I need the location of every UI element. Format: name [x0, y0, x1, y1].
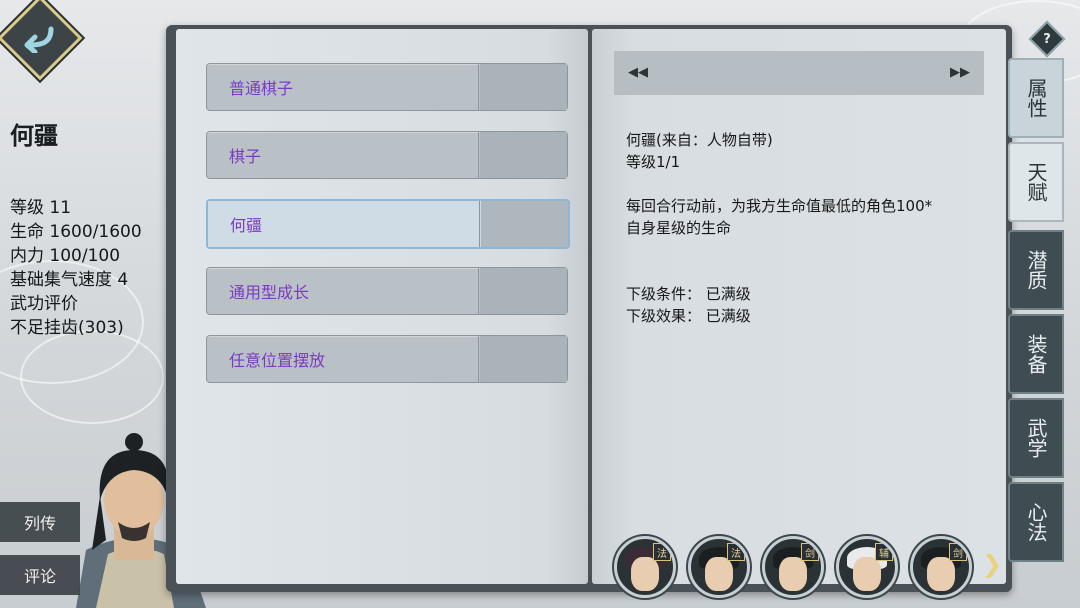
tab-mental-skills[interactable]: 心法 — [1008, 482, 1064, 562]
detail-next-condition: 下级条件： 已满级 — [626, 285, 751, 303]
tab-equipment[interactable]: 装备 — [1008, 314, 1064, 394]
avatar-face — [631, 557, 659, 591]
chevron-right-icon[interactable]: ❯ — [982, 550, 1002, 578]
talent-label: 何疆 — [208, 201, 480, 247]
stat-level: 等级 11 — [10, 198, 72, 218]
talent-slot — [480, 268, 567, 314]
avatar-face — [705, 557, 733, 591]
stat-mp: 内力 100/100 — [10, 246, 121, 266]
team-avatar[interactable]: 剑 — [910, 536, 972, 598]
tab-label: 武学 — [1024, 418, 1048, 458]
avatar-face — [927, 557, 955, 591]
stat-charge-speed: 基础集气速度 4 — [10, 270, 129, 290]
detail-header-bar: ◀◀ ▶▶ — [614, 51, 984, 95]
tab-label: 心法 — [1024, 502, 1048, 542]
comments-button[interactable]: 评论 — [0, 555, 80, 595]
stat-martial-rating-value: 不足挂齿(303) — [10, 318, 124, 338]
class-badge: 法 — [653, 543, 671, 561]
team-avatar[interactable]: 辅 — [836, 536, 898, 598]
detail-next-effect: 下级效果： 已满级 — [626, 307, 751, 325]
back-button[interactable] — [0, 0, 83, 81]
talent-slot — [480, 132, 567, 178]
talent-slot — [480, 64, 567, 110]
character-stats: 等级 11 生命 1600/1600 内力 100/100 基础集气速度 4 武… — [10, 196, 142, 340]
talent-list-item-selected[interactable]: 何疆 — [206, 199, 570, 249]
talent-label: 普通棋子 — [207, 64, 479, 110]
tab-martial-arts[interactable]: 武学 — [1008, 398, 1064, 478]
stat-hp: 生命 1600/1600 — [10, 222, 142, 242]
talent-list-item[interactable]: 任意位置摆放 — [206, 335, 568, 383]
help-icon: ? — [1043, 31, 1051, 47]
biography-button[interactable]: 列传 — [0, 502, 80, 542]
tab-label: 潜质 — [1024, 250, 1048, 290]
detail-title: 何疆(来自：人物自带) — [626, 131, 773, 149]
character-name: 何疆 — [10, 122, 58, 150]
tab-talents[interactable]: 天赋 — [1008, 142, 1064, 222]
tab-label: 装备 — [1024, 334, 1048, 374]
class-badge: 剑 — [801, 543, 819, 561]
talent-list-item[interactable]: 棋子 — [206, 131, 568, 179]
team-avatar[interactable]: 剑 — [762, 536, 824, 598]
tab-label: 属性 — [1024, 78, 1048, 118]
team-avatar[interactable]: 法 — [688, 536, 750, 598]
talent-label: 任意位置摆放 — [207, 336, 479, 382]
class-badge: 法 — [727, 543, 745, 561]
bg-cloud-swirl — [20, 330, 164, 424]
class-badge: 剑 — [949, 543, 967, 561]
talent-list-item[interactable]: 通用型成长 — [206, 267, 568, 315]
class-badge: 辅 — [875, 543, 893, 561]
tab-attributes[interactable]: 属性 — [1008, 58, 1064, 138]
back-arrow-icon — [24, 26, 54, 53]
detail-description-line1: 每回合行动前，为我方生命值最低的角色100* — [626, 197, 933, 215]
team-avatar[interactable]: 法 — [614, 536, 676, 598]
detail-level: 等级1/1 — [626, 153, 681, 171]
talent-book-panel: 普通棋子 棋子 何疆 通用型成长 任意位置摆放 ◀◀ ▶▶ 何疆(来自：人物自带… — [166, 25, 1012, 592]
talent-detail-page: ◀◀ ▶▶ 何疆(来自：人物自带) 等级1/1 每回合行动前，为我方生命值最低的… — [592, 29, 1006, 584]
talent-label: 通用型成长 — [207, 268, 479, 314]
avatar-face — [853, 557, 881, 591]
talent-slot — [480, 336, 567, 382]
prev-arrow-icon[interactable]: ◀◀ — [628, 65, 648, 80]
talent-label: 棋子 — [207, 132, 479, 178]
avatar-face — [779, 557, 807, 591]
next-arrow-icon[interactable]: ▶▶ — [950, 65, 970, 80]
tab-potential[interactable]: 潜质 — [1008, 230, 1064, 310]
detail-description-line2: 自身星级的生命 — [626, 219, 732, 237]
talent-list-item[interactable]: 普通棋子 — [206, 63, 568, 111]
talent-slot — [481, 201, 568, 247]
stat-martial-rating-label: 武功评价 — [10, 294, 78, 314]
tab-label: 天赋 — [1024, 162, 1048, 202]
talent-list-page: 普通棋子 棋子 何疆 通用型成长 任意位置摆放 — [176, 29, 588, 584]
